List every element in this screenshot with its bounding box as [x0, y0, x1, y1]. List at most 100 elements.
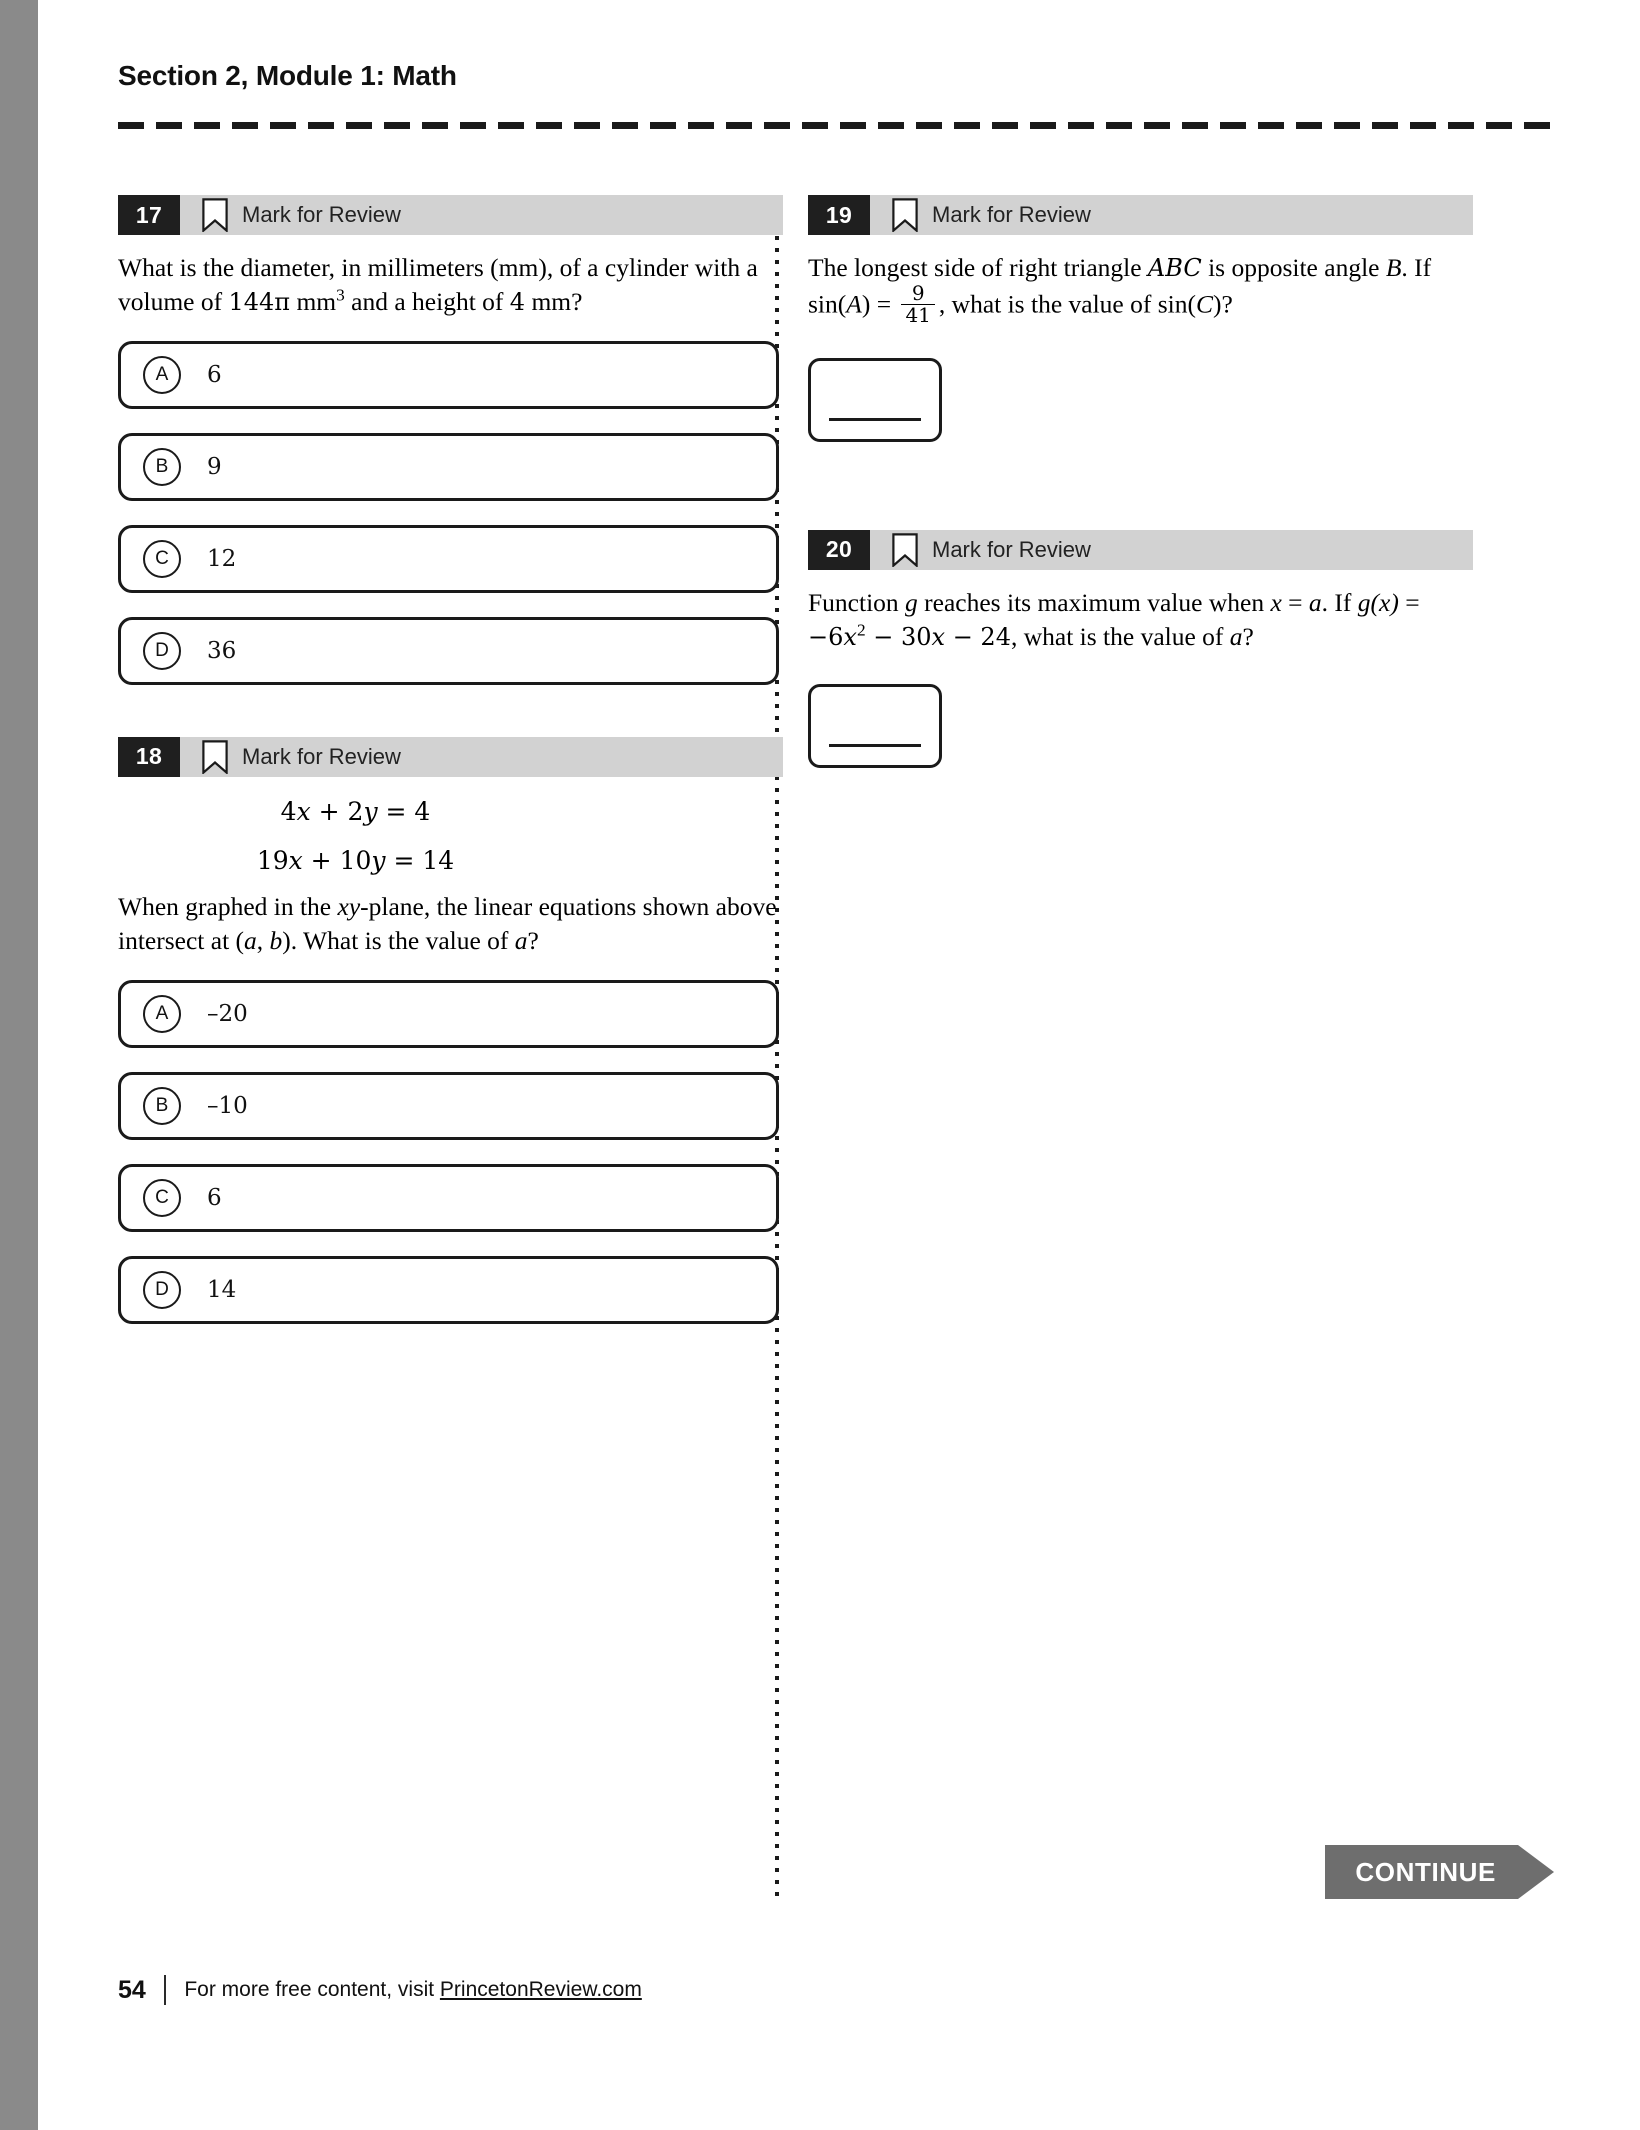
eq1-coef-y: 2 — [347, 796, 364, 826]
choice-bubble-c: C — [143, 539, 181, 578]
q20-expr-var-x: x — [843, 622, 857, 651]
choice-17-a[interactable]: A 6 — [118, 340, 779, 409]
question-20-number: 20 — [808, 529, 870, 570]
question-20: 20 Mark for Review Function g reaches it… — [808, 529, 1473, 768]
q19-fraction: 9 41 — [901, 280, 935, 326]
eq1-equals: = — [377, 796, 415, 826]
q19-text-2: is opposite angle — [1201, 253, 1386, 282]
q20-text-1: Function — [808, 587, 906, 617]
choice-17-d[interactable]: D 36 — [118, 616, 779, 685]
eq2-var-x: x — [288, 845, 303, 875]
choice-bubble-b: B — [143, 447, 181, 486]
q20-expr-1: −6 — [808, 622, 844, 651]
question-20-header: 20 Mark for Review — [808, 529, 1473, 570]
footer-link[interactable]: PrincetonReview.com — [440, 1978, 642, 2001]
q18-xy: xy — [337, 892, 361, 922]
q20-text-4: , what is the value of — [1010, 621, 1230, 651]
question-18-equation-1: 4x + 2y = 4 — [118, 793, 783, 832]
eq2-rhs: 14 — [422, 845, 455, 875]
q20-expr-2: − 30 — [865, 622, 932, 651]
continue-arrow-icon — [1518, 1845, 1554, 1899]
q20-gx-paren: (x) — [1370, 587, 1399, 617]
mark-for-review-label-20[interactable]: Mark for Review — [932, 530, 1091, 570]
question-20-prompt: Function g reaches its maximum value whe… — [808, 586, 1463, 654]
bookmark-icon[interactable] — [892, 198, 918, 232]
q19-fraction-numerator: 9 — [911, 280, 925, 305]
q17-math-1: 144π — [228, 287, 291, 316]
question-18-prompt: When graphed in the xy-plane, the linear… — [118, 890, 778, 958]
q20-equals-1: = — [1281, 587, 1309, 617]
mark-for-review-label-17[interactable]: Mark for Review — [242, 195, 401, 235]
choice-18-d[interactable]: D 14 — [118, 1256, 779, 1325]
footer-text-label: For more free content, visit — [184, 1978, 440, 2001]
q18-var-b: b — [269, 926, 283, 956]
question-19-prompt: The longest side of right triangle ABC i… — [808, 251, 1463, 328]
choice-text-a: 6 — [207, 361, 222, 388]
choice-18-b[interactable]: B –10 — [118, 1072, 779, 1141]
bookmark-icon[interactable] — [202, 198, 228, 232]
continue-button[interactable]: CONTINUE — [1325, 1845, 1554, 1899]
q20-answer-underline — [829, 744, 921, 747]
q19-text-1: The longest side of right triangle — [808, 253, 1148, 282]
q19-text-5: , what is the value of sin( — [938, 289, 1196, 319]
choice-bubble-a: A — [143, 995, 181, 1034]
question-19-header: 19 Mark for Review — [808, 195, 1473, 235]
question-20-answer-input[interactable] — [808, 683, 942, 768]
q19-angle-b: B — [1385, 253, 1402, 282]
footer-separator — [163, 1975, 167, 2005]
bookmark-icon[interactable] — [892, 533, 918, 567]
eq1-coef-x: 4 — [280, 796, 297, 826]
q20-function-g: g — [905, 587, 918, 617]
page-spine — [0, 0, 38, 2130]
choice-17-c[interactable]: C 12 — [118, 524, 779, 593]
q19-answer-value — [811, 361, 939, 371]
question-18-equation-2: 19x + 10y = 14 — [118, 842, 783, 881]
choice-text-a: –20 — [207, 1001, 248, 1028]
right-column: 19 Mark for Review The longest side of r… — [808, 195, 1473, 768]
question-17-number: 17 — [118, 195, 180, 235]
q19-text-4: ) = — [861, 289, 898, 319]
page-footer: 54 For more free content, visit Princeto… — [118, 1975, 642, 2005]
question-17-prompt: What is the diameter, in millimeters (mm… — [118, 251, 778, 319]
choice-text-d: 36 — [207, 637, 237, 664]
eq2-coef-x: 19 — [256, 845, 289, 875]
eq1-var-y: y — [363, 796, 378, 826]
choice-text-c: 6 — [207, 1185, 222, 1212]
eq2-plus: + — [302, 845, 340, 875]
eq2-var-y: y — [371, 845, 386, 875]
q20-expr-3: − 24 — [945, 622, 1011, 651]
q18-text-3: ). What is the value of — [282, 926, 515, 956]
choice-bubble-d: D — [143, 1271, 181, 1310]
choice-17-b[interactable]: B 9 — [118, 432, 779, 501]
mark-for-review-label-19[interactable]: Mark for Review — [932, 195, 1091, 235]
q19-triangle-abc: ABC — [1147, 254, 1202, 282]
question-19: 19 Mark for Review The longest side of r… — [808, 195, 1473, 442]
q20-var-a: a — [1308, 587, 1322, 617]
choice-text-c: 12 — [207, 545, 237, 572]
q19-fraction-denominator: 41 — [901, 303, 935, 326]
q18-text-4: ? — [527, 926, 539, 956]
bookmark-icon[interactable] — [202, 740, 228, 774]
q19-text-6: )? — [1213, 289, 1233, 319]
title-divider-rule — [118, 122, 1553, 129]
q20-expr-var-x2: x — [931, 622, 946, 651]
question-17-choices: A 6 B 9 C 12 D 36 — [118, 340, 783, 685]
question-18-number: 18 — [118, 736, 180, 777]
question-17: 17 Mark for Review What is the diameter,… — [118, 195, 783, 685]
q18-text-1: When graphed in the — [118, 892, 338, 922]
q17-text-3: and a height of — [344, 286, 510, 316]
q20-var-a2: a — [1229, 621, 1243, 651]
choice-text-d: 14 — [207, 1277, 237, 1304]
q18-var-a2: a — [514, 926, 528, 956]
q17-text-4: mm? — [525, 286, 583, 316]
q17-exponent: 3 — [336, 285, 345, 305]
footer-text: For more free content, visit PrincetonRe… — [184, 1978, 642, 2002]
q20-var-x: x — [1270, 587, 1282, 617]
choice-18-a[interactable]: A –20 — [118, 980, 779, 1049]
q20-text-3: . If — [1321, 587, 1358, 617]
question-19-answer-input[interactable] — [808, 357, 942, 442]
choice-18-c[interactable]: C 6 — [118, 1164, 779, 1233]
mark-for-review-label-18[interactable]: Mark for Review — [242, 737, 401, 777]
choice-text-b: 9 — [207, 453, 222, 480]
eq2-equals: = — [385, 845, 423, 875]
